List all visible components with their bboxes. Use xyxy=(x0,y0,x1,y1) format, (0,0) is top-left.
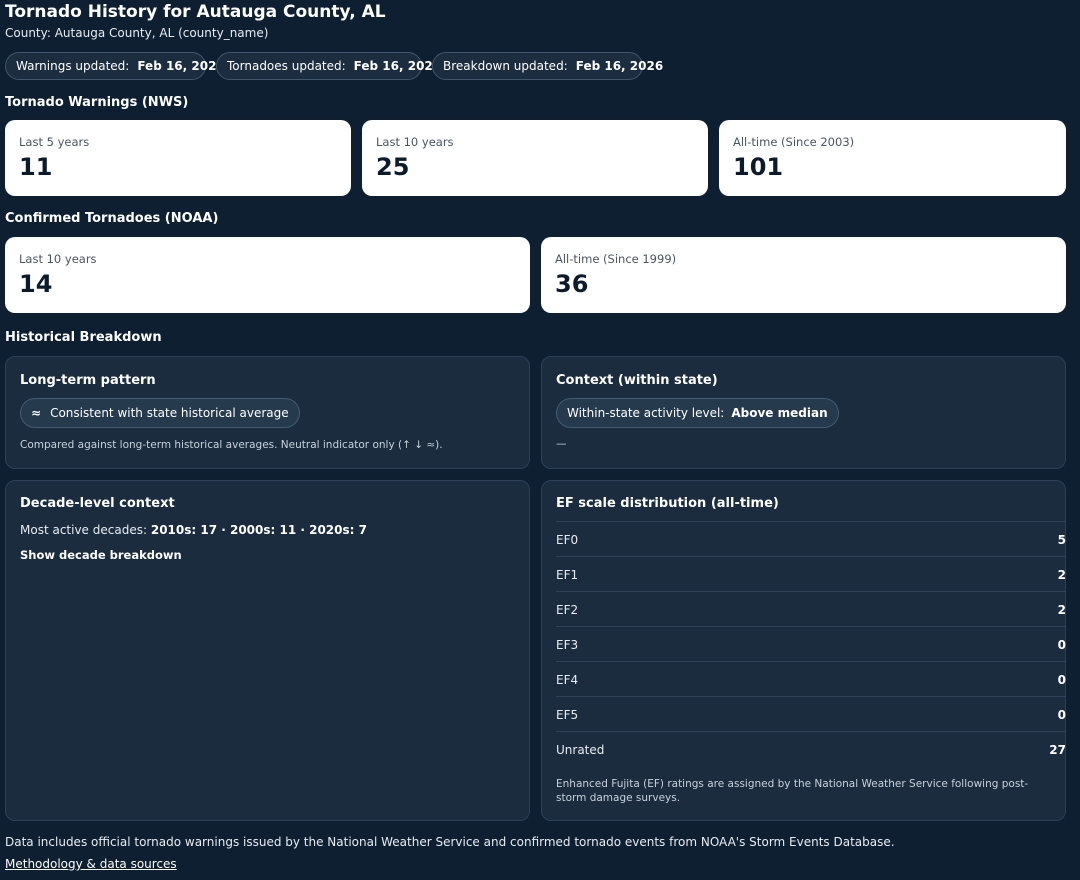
stat-label: All-time (Since 2003) xyxy=(733,135,855,149)
warnings-5yr-card: Last 5 years 11 xyxy=(5,120,351,196)
ef-label: EF5 xyxy=(556,707,579,722)
ef-count: 0 xyxy=(1057,707,1066,722)
ef-label: EF1 xyxy=(556,567,579,582)
badge-date: Feb 16, 2026 xyxy=(137,59,225,73)
ef-count: 2 xyxy=(1057,567,1066,582)
badge-label: Within-state activity level: xyxy=(567,406,725,420)
context-within-state-card: Context (within state) Within-state acti… xyxy=(541,356,1066,469)
ef-note: Enhanced Fujita (EF) ratings are assigne… xyxy=(556,778,1029,804)
tornadoes-section-title: Confirmed Tornadoes (NOAA) xyxy=(5,211,219,226)
decades-values: 2010s: 17 · 2000s: 11 · 2020s: 7 xyxy=(150,523,367,537)
stat-value: 36 xyxy=(555,270,589,298)
warnings-section-title: Tornado Warnings (NWS) xyxy=(5,95,189,110)
badge-label: Breakdown updated: xyxy=(443,59,568,73)
warnings-updated-badge: Warnings updated: Feb 16, 2026 xyxy=(5,52,225,80)
ef-label: EF2 xyxy=(556,602,579,617)
ef-label: EF3 xyxy=(556,637,579,652)
badge-text: Consistent with state historical average xyxy=(50,406,289,420)
warnings-10yr-card: Last 10 years 25 xyxy=(362,120,708,196)
ef-count: 2 xyxy=(1057,602,1066,617)
footer-text: Data includes official tornado warnings … xyxy=(5,835,895,849)
badge-date: Feb 16, 2026 xyxy=(575,59,664,73)
stat-label: Last 5 years xyxy=(19,135,90,149)
stat-label: Last 10 years xyxy=(376,135,454,149)
page-title: Tornado History for Autauga County, AL xyxy=(5,2,386,22)
ef-row-ef3: EF3 0 xyxy=(556,626,1066,662)
stat-value: 25 xyxy=(376,153,410,181)
ef-row-ef5: EF5 0 xyxy=(556,696,1066,732)
long-term-pattern-badge: ≈ Consistent with state historical avera… xyxy=(20,398,300,428)
ef-row-unrated: Unrated 27 xyxy=(556,731,1066,767)
decade-context-card: Decade-level context Most active decades… xyxy=(5,480,530,821)
card-title: Context (within state) xyxy=(556,373,718,388)
card-title: Long-term pattern xyxy=(20,373,156,388)
ef-row-ef1: EF1 2 xyxy=(556,556,1066,592)
badge-date: Feb 16, 2026 xyxy=(353,59,442,73)
tornadoes-alltime-card: All-time (Since 1999) 36 xyxy=(541,237,1066,313)
stat-value: 14 xyxy=(19,270,53,298)
county-subtitle: County: Autauga County, AL (county_name) xyxy=(5,26,269,40)
stat-label: Last 10 years xyxy=(19,252,97,266)
ef-row-ef4: EF4 0 xyxy=(556,661,1066,697)
ef-label: EF4 xyxy=(556,672,579,687)
warnings-alltime-card: All-time (Since 2003) 101 xyxy=(719,120,1066,196)
ef-distribution-card: EF scale distribution (all-time) EF0 5 E… xyxy=(541,480,1066,821)
long-term-note: Compared against long-term historical av… xyxy=(20,439,443,451)
show-decade-breakdown-toggle[interactable]: Show decade breakdown xyxy=(20,548,182,562)
tornadoes-10yr-card: Last 10 years 14 xyxy=(5,237,530,313)
most-active-decades: Most active decades: 2010s: 17 · 2000s: … xyxy=(20,523,367,537)
activity-level-badge: Within-state activity level: Above media… xyxy=(556,398,839,428)
long-term-pattern-card: Long-term pattern ≈ Consistent with stat… xyxy=(5,356,530,469)
stat-label: All-time (Since 1999) xyxy=(555,252,677,266)
card-title: Decade-level context xyxy=(20,496,175,511)
ef-count: 27 xyxy=(1049,742,1066,757)
stat-value: 11 xyxy=(19,153,53,181)
breakdown-section-title: Historical Breakdown xyxy=(5,330,162,345)
tornadoes-updated-badge: Tornadoes updated: Feb 16, 2026 xyxy=(216,52,441,80)
card-title: EF scale distribution (all-time) xyxy=(556,496,779,511)
ef-count: 5 xyxy=(1057,532,1066,547)
breakdown-updated-badge: Breakdown updated: Feb 16, 2026 xyxy=(432,52,663,80)
badge-value: Above median xyxy=(731,406,828,420)
stat-value: 101 xyxy=(733,153,784,181)
ef-row-ef2: EF2 2 xyxy=(556,591,1066,627)
ef-count: 0 xyxy=(1057,672,1066,687)
ef-label: EF0 xyxy=(556,532,579,547)
methodology-link[interactable]: Methodology & data sources xyxy=(5,857,177,871)
context-dash: — xyxy=(556,438,567,450)
decades-prefix: Most active decades: xyxy=(20,523,148,537)
ef-count: 0 xyxy=(1057,637,1066,652)
badge-label: Warnings updated: xyxy=(16,59,130,73)
badge-label: Tornadoes updated: xyxy=(227,59,346,73)
approx-icon: ≈ xyxy=(31,406,42,420)
ef-label: Unrated xyxy=(556,742,605,757)
ef-row-ef0: EF0 5 xyxy=(556,521,1066,557)
